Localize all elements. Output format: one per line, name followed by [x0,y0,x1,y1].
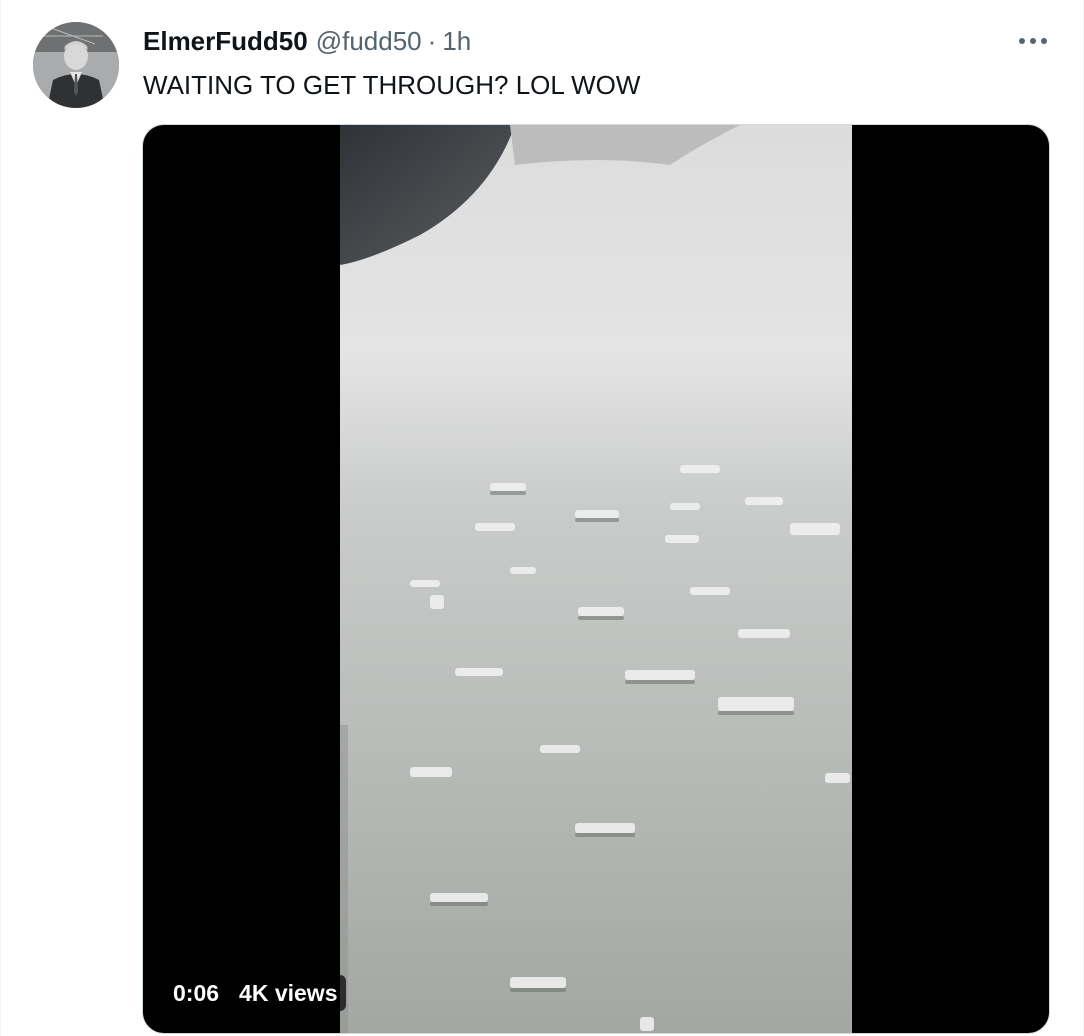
display-name[interactable]: ElmerFudd50 [143,26,308,57]
video-duration: 0:06 [173,979,220,1006]
tweet-card[interactable]: ElmerFudd50 @fudd50 · 1h WAITING TO GET … [0,0,1084,1036]
separator-dot: · [427,25,437,56]
timestamp[interactable]: 1h [442,26,471,57]
user-handle[interactable]: @fudd50 [316,26,422,57]
video-thumbnail [340,125,852,1033]
more-options-button[interactable] [1013,24,1053,58]
avatar-photo-icon [33,22,119,108]
tweet-header: ElmerFudd50 @fudd50 · 1h [143,24,471,58]
video-frame [340,125,852,1033]
user-avatar[interactable] [33,22,119,108]
view-count: 4K views [239,979,338,1006]
tweet-text: WAITING TO GET THROUGH? LOL WOW [143,70,641,100]
video-player[interactable]: 0:06 4K views [142,124,1050,1034]
video-info-badge: 0:06 4K views [163,975,346,1011]
more-horizontal-icon [1019,38,1047,44]
